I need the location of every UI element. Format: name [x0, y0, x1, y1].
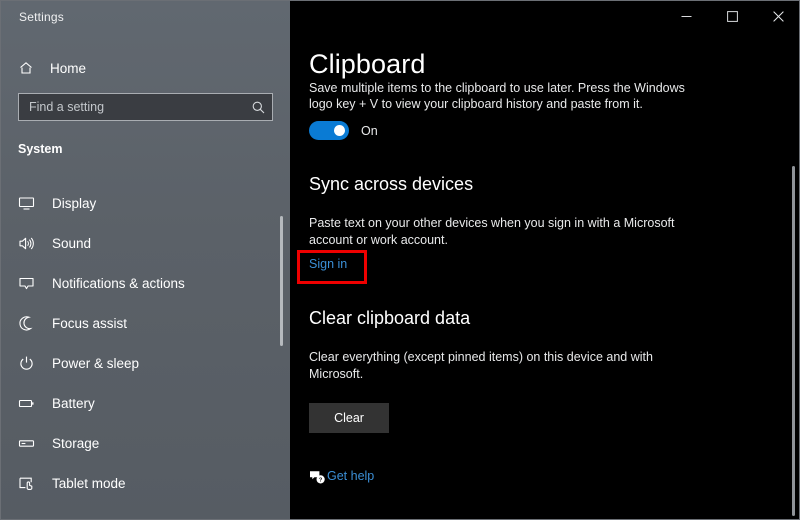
sync-section-heading: Sync across devices — [309, 174, 473, 195]
search-icon[interactable] — [244, 100, 272, 115]
help-bubble-icon: ? — [309, 470, 326, 490]
clipboard-history-toggle[interactable] — [309, 121, 349, 140]
sidebar-item-label: Battery — [52, 396, 95, 411]
sidebar-item-notifications[interactable]: Notifications & actions — [1, 263, 272, 303]
page-description: Save multiple items to the clipboard to … — [309, 80, 709, 112]
sidebar-item-battery[interactable]: Battery — [1, 383, 272, 423]
sidebar-item-label: Display — [52, 196, 96, 211]
sync-section-body: Paste text on your other devices when yo… — [309, 215, 704, 249]
window-titlebar — [663, 1, 800, 33]
sidebar-item-label: Sound — [52, 236, 91, 251]
sidebar-item-sound[interactable]: Sound — [1, 223, 272, 263]
sidebar-item-label: Notifications & actions — [52, 276, 185, 291]
sidebar-nav-list: Display Sound — [1, 183, 272, 503]
toggle-knob — [334, 125, 345, 136]
app-title: Settings — [19, 10, 64, 24]
sign-in-link[interactable]: Sign in — [309, 257, 347, 271]
get-help-label: Get help — [327, 469, 374, 483]
clipboard-history-toggle-row: On — [309, 121, 378, 140]
page-title: Clipboard — [309, 49, 425, 80]
minimize-button[interactable] — [663, 1, 709, 32]
moon-icon — [18, 315, 46, 332]
clear-button[interactable]: Clear — [309, 403, 389, 433]
sidebar-item-label: Focus assist — [52, 316, 127, 331]
sidebar: Settings Home System — [1, 1, 290, 520]
maximize-button[interactable] — [709, 1, 755, 32]
battery-icon — [18, 395, 46, 412]
main-content: Clipboard Save multiple items to the cli… — [290, 1, 800, 520]
home-icon — [18, 60, 44, 76]
minimize-icon — [681, 11, 692, 22]
sidebar-group-label: System — [18, 142, 62, 156]
maximize-icon — [727, 11, 738, 22]
clear-section-heading: Clear clipboard data — [309, 308, 470, 329]
tablet-icon — [18, 475, 46, 492]
power-icon — [18, 355, 46, 372]
clear-section-body: Clear everything (except pinned items) o… — [309, 349, 704, 383]
sidebar-item-label: Tablet mode — [52, 476, 126, 491]
speaker-icon — [18, 235, 46, 252]
sidebar-item-home[interactable]: Home — [1, 55, 272, 81]
sidebar-item-tablet-mode[interactable]: Tablet mode — [1, 463, 272, 503]
sidebar-item-home-label: Home — [50, 61, 86, 76]
sidebar-item-display[interactable]: Display — [1, 183, 272, 223]
sidebar-item-label: Storage — [52, 436, 99, 451]
search-input[interactable] — [19, 100, 244, 114]
settings-window: Settings Home System — [0, 0, 800, 520]
sidebar-item-power-sleep[interactable]: Power & sleep — [1, 343, 272, 383]
sidebar-scrollbar[interactable] — [280, 216, 283, 346]
get-help-row[interactable]: ? Get help — [309, 469, 374, 483]
storage-icon — [18, 435, 46, 452]
monitor-icon — [18, 195, 46, 212]
toggle-state-label: On — [361, 124, 378, 138]
main-scrollbar[interactable] — [792, 166, 795, 516]
sidebar-item-storage[interactable]: Storage — [1, 423, 272, 463]
sidebar-item-focus-assist[interactable]: Focus assist — [1, 303, 272, 343]
close-button[interactable] — [755, 1, 800, 32]
sidebar-item-label: Power & sleep — [52, 356, 139, 371]
svg-text:?: ? — [319, 478, 323, 484]
notification-icon — [18, 275, 46, 292]
search-box[interactable] — [18, 93, 273, 121]
close-icon — [773, 11, 784, 22]
